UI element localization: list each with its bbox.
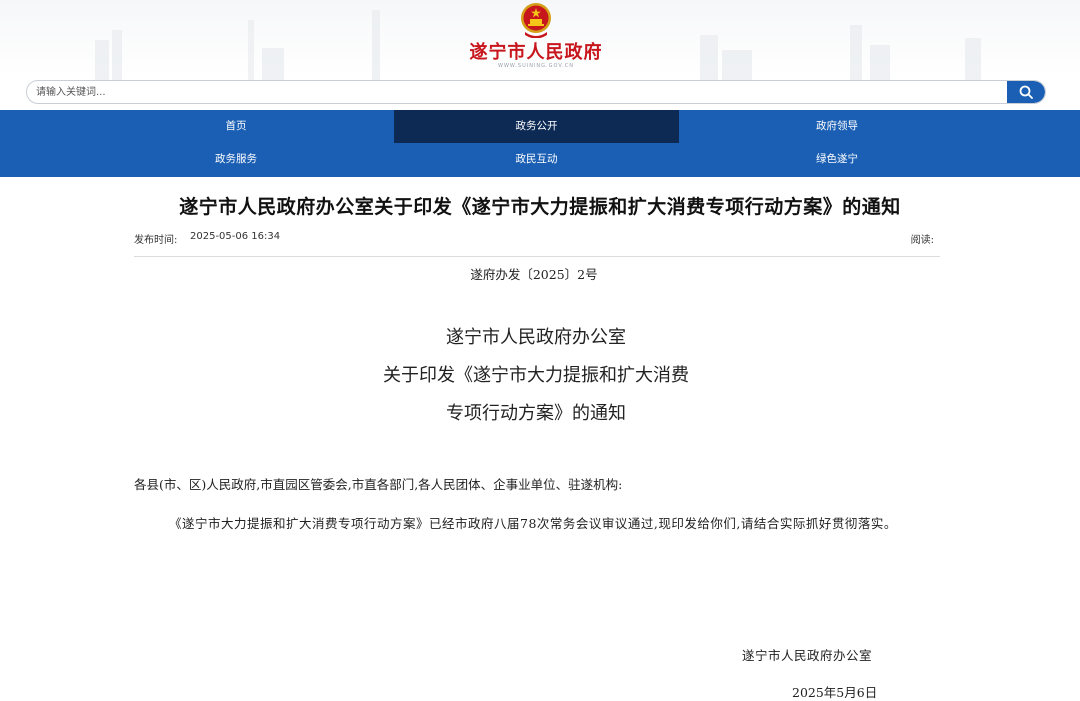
search-input[interactable] [27,81,1005,103]
search-button[interactable] [1007,81,1045,103]
document-signature: 遂宁市人民政府办公室 [742,648,873,663]
document-salutation: 各县(市、区)人民政府,市直园区管委会,市直各部门,各人民团体、企事业单位、驻遂… [134,477,623,492]
search-icon [1019,85,1033,99]
nav-item-government-services[interactable]: 政务服务 [78,143,394,176]
read-count-label: 阅读: [910,235,934,246]
document-heading-line-2: 关于印发《遂宁市大力提振和扩大消费 [383,365,689,386]
national-emblem-icon [521,3,551,38]
document-number: 遂府办发〔2025〕2号 [470,267,598,282]
site-logo-text[interactable]: 遂宁市人民政府 [436,38,636,64]
nav-item-government-affairs-disclosure[interactable]: 政务公开 [394,110,679,143]
article-meta: 发布时间: 2025-05-06 16:34 阅读: [134,231,940,246]
meta-divider [134,256,940,257]
main-nav: 首页 政务公开 政府领导 政务服务 政民互动 绿色遂宁 [0,110,1080,177]
site-url: WWW.SUINING.GOV.CN [498,63,574,69]
article-title: 遂宁市人民政府办公室关于印发《遂宁市大力提振和扩大消费专项行动方案》的通知 [179,196,901,218]
document-body-paragraph: 《遂宁市大力提振和扩大消费专项行动方案》已经市政府八届78次常务会议审议通过,现… [169,516,897,531]
publish-time-label: 发布时间: [134,235,178,246]
document-heading-line-3: 专项行动方案》的通知 [446,403,626,424]
document-heading-line-1: 遂宁市人民政府办公室 [446,327,626,348]
document-sign-date: 2025年5月6日 [792,685,878,700]
search-bar [26,80,1046,104]
publish-time-value: 2025-05-06 16:34 [190,231,281,242]
nav-item-green-suining[interactable]: 绿色遂宁 [679,143,995,176]
nav-item-public-interaction[interactable]: 政民互动 [394,143,679,176]
nav-item-government-leaders[interactable]: 政府领导 [679,110,995,143]
nav-item-home[interactable]: 首页 [78,110,394,143]
